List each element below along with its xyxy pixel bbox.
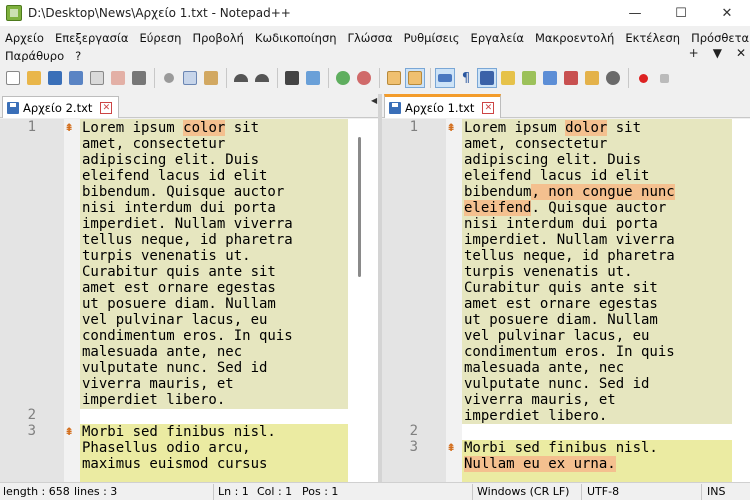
menu-plugins[interactable]: Πρόσθετα: [691, 31, 749, 45]
menu-settings[interactable]: Ρυθμίσεις: [404, 31, 460, 45]
left-tab-bar: Αρχείο 2.txt ✕: [0, 94, 378, 118]
right-tab-bar: Αρχείο 1.txt ✕: [382, 94, 750, 118]
tab-label: Αρχείο 1.txt: [405, 100, 475, 115]
copy-icon[interactable]: [181, 69, 199, 87]
word-wrap-icon[interactable]: [435, 68, 455, 88]
diff-word: eleifend: [464, 200, 532, 216]
status-eol[interactable]: Windows (CR LF): [477, 485, 569, 498]
code-line-1: Lorem ipsum dolor sit amet, consectetur …: [464, 120, 675, 424]
lang-define-icon[interactable]: [499, 69, 517, 87]
find-icon[interactable]: [283, 69, 301, 87]
fold-margin: [446, 119, 462, 482]
doc-list-icon[interactable]: [541, 69, 559, 87]
print-icon[interactable]: [130, 69, 148, 87]
diff-word: Nullam eu ex urna.: [464, 456, 616, 472]
code-line-3: Morbi sed finibus nisl. Phasellus odio a…: [82, 424, 276, 472]
status-bar: length : 658 lines : 3 Ln : 1 Col : 1 Po…: [0, 482, 750, 500]
code-line-3: Morbi sed finibus nisl. Nullam eu ex urn…: [464, 440, 658, 472]
diff-word: dolor: [565, 120, 608, 136]
close-button[interactable]: ✕: [704, 0, 750, 26]
tab-file-2[interactable]: Αρχείο 2.txt ✕: [2, 96, 120, 118]
stop-macro-icon[interactable]: [655, 69, 673, 87]
new-tab-glyph[interactable]: +: [689, 46, 699, 60]
status-length: length : 658: [3, 485, 70, 498]
vertical-scrollbar[interactable]: [355, 119, 365, 482]
status-col: Col : 1: [257, 485, 293, 498]
status-pos: Pos : 1: [302, 485, 339, 498]
diff-changed-marker-icon: ⇞: [447, 119, 456, 135]
title-bar: D:\Desktop\News\Αρχείο 1.txt - Notepad++…: [0, 0, 750, 26]
split-arrow-icon[interactable]: ◀: [371, 96, 377, 105]
right-editor[interactable]: 1 2 3 ⇞ ⇞ Lorem ipsum dolor sit amet, co…: [382, 119, 750, 482]
folder-workspace-icon[interactable]: [583, 69, 601, 87]
close-file-icon[interactable]: [88, 69, 106, 87]
menu-search[interactable]: Εύρεση: [139, 31, 181, 45]
saved-file-icon: [389, 101, 401, 114]
diff-added-marker-icon: ⇞: [447, 439, 456, 455]
diff-word: , non congue nunc: [531, 184, 675, 200]
line-number: 2: [409, 423, 418, 439]
window-title: D:\Desktop\News\Αρχείο 1.txt - Notepad++: [28, 6, 291, 20]
notepad-plus-plus-icon: [6, 5, 22, 21]
save-icon[interactable]: [46, 69, 64, 87]
close-all-icon[interactable]: [109, 69, 127, 87]
open-file-icon[interactable]: [25, 69, 43, 87]
saved-file-icon: [7, 101, 19, 114]
new-file-icon[interactable]: [4, 69, 22, 87]
redo-icon[interactable]: [253, 69, 271, 87]
paste-icon[interactable]: [202, 69, 220, 87]
tab-label: Αρχείο 2.txt: [23, 100, 93, 115]
menu-bar: Αρχείο Επεξεργασία Εύρεση Προβολή Κωδικο…: [0, 26, 750, 63]
menu-help[interactable]: ?: [75, 49, 81, 63]
menu-file[interactable]: Αρχείο: [5, 31, 44, 45]
maximize-button[interactable]: ☐: [658, 0, 704, 26]
status-insert-mode[interactable]: INS: [707, 485, 725, 498]
save-all-icon[interactable]: [67, 69, 85, 87]
line-number: 3: [27, 423, 36, 439]
indent-guide-icon[interactable]: [477, 68, 497, 88]
line-number: 3: [409, 439, 418, 455]
status-ln: Ln : 1: [218, 485, 249, 498]
menu-view[interactable]: Προβολή: [192, 31, 243, 45]
status-lines: lines : 3: [74, 485, 118, 498]
menu-encoding[interactable]: Κωδικοποίηση: [255, 31, 337, 45]
diff-changed-marker-icon: ⇞: [65, 119, 74, 135]
sync-horizontal-icon[interactable]: [405, 68, 425, 88]
show-all-chars-icon[interactable]: ¶: [457, 69, 475, 87]
tab-close-icon[interactable]: ✕: [100, 101, 113, 114]
tab-list-glyph[interactable]: ▼: [713, 46, 722, 60]
code-line-1: Lorem ipsum color sit amet, consectetur …: [82, 120, 293, 408]
tab-file-1[interactable]: Αρχείο 1.txt ✕: [384, 94, 502, 118]
doc-map-icon[interactable]: [520, 69, 538, 87]
undo-icon[interactable]: [232, 69, 250, 87]
record-macro-icon[interactable]: [634, 69, 652, 87]
minimize-button[interactable]: —: [612, 0, 658, 26]
line-number: 2: [27, 407, 36, 423]
menu-language[interactable]: Γλώσσα: [348, 31, 393, 45]
zoom-in-icon[interactable]: [334, 69, 352, 87]
toolbar: ¶: [0, 62, 750, 94]
cut-icon[interactable]: [160, 69, 178, 87]
menu-edit[interactable]: Επεξεργασία: [55, 31, 128, 45]
status-encoding[interactable]: UTF-8: [587, 485, 619, 498]
tab-close-icon[interactable]: ✕: [482, 101, 495, 114]
monitoring-icon[interactable]: [604, 69, 622, 87]
left-editor[interactable]: 1 2 3 ⇞ ⇞ Lorem ipsum color sit amet, co…: [0, 119, 378, 482]
menu-macro[interactable]: Μακροεντολή: [535, 31, 614, 45]
function-list-icon[interactable]: [562, 69, 580, 87]
menu-window[interactable]: Παράθυρο: [5, 49, 64, 63]
close-document-glyph[interactable]: ✕: [736, 46, 746, 60]
diff-word: color: [183, 120, 226, 136]
sync-vertical-icon[interactable]: [385, 69, 403, 87]
menu-run[interactable]: Εκτέλεση: [625, 31, 680, 45]
diff-added-marker-icon: ⇞: [65, 423, 74, 439]
replace-icon[interactable]: [304, 69, 322, 87]
menu-tools[interactable]: Εργαλεία: [471, 31, 524, 45]
zoom-out-icon[interactable]: [355, 69, 373, 87]
line-number: 1: [409, 119, 418, 135]
line-number: 1: [27, 119, 36, 135]
